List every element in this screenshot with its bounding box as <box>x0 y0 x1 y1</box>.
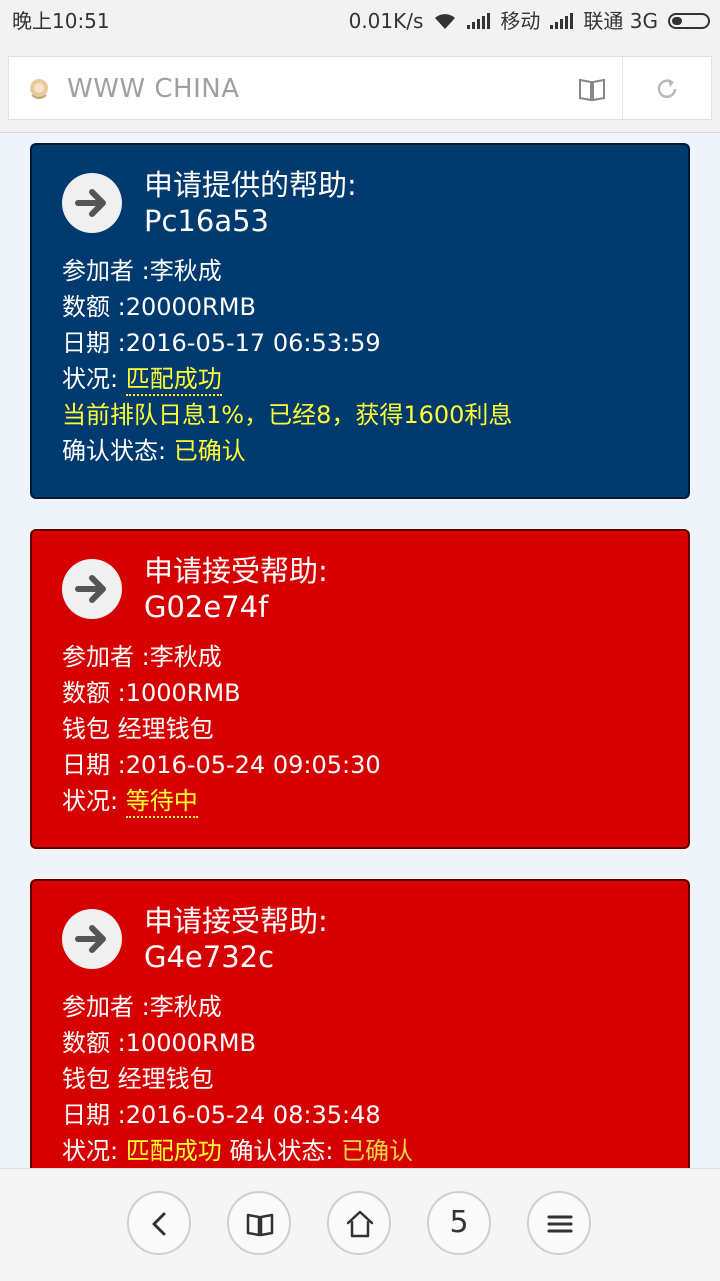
tab-count: 5 <box>449 1205 469 1240</box>
amount: 数额 :10000RMB <box>62 1029 256 1057</box>
content-list: 申请提供的帮助: Pc16a53 参加者 :李秋成 数额 :20000RMB 日… <box>0 133 720 1168</box>
card-title-text: 申请接受帮助: <box>144 904 328 938</box>
participant: 参加者 :李秋成 <box>62 643 222 671</box>
confirm-value: 已确认 <box>341 1137 414 1165</box>
card-code: G02e74f <box>144 590 269 624</box>
carrier-1: 移动 <box>500 9 541 33</box>
date: 日期 :2016-05-17 06:53:59 <box>62 329 381 357</box>
arrow-right-icon <box>62 909 122 969</box>
participant: 参加者 :李秋成 <box>62 993 222 1021</box>
url-text: WWW CHINA <box>67 74 240 104</box>
menu-button[interactable] <box>527 1191 591 1255</box>
status-row: 状况: 等待中 <box>62 783 381 819</box>
card-details: 参加者 :李秋成 数额 :10000RMB 钱包 经理钱包 日期 :2016-0… <box>62 989 413 1168</box>
status-value[interactable]: 匹配成功 <box>125 365 222 396</box>
home-icon <box>346 1210 374 1238</box>
arrow-right-icon <box>62 173 122 233</box>
shell-icon <box>30 79 48 99</box>
card-title-text: 申请接受帮助: <box>144 554 328 588</box>
status-time: 晚上10:51 <box>12 9 110 33</box>
status-value[interactable]: 匹配成功 <box>126 1137 222 1165</box>
status-row: 状况: 匹配成功 确认状态: 已确认 <box>62 1133 413 1168</box>
arrow-right-icon <box>62 559 122 619</box>
amount: 数额 :20000RMB <box>62 293 256 321</box>
wallet: 钱包 经理钱包 <box>62 1065 214 1093</box>
menu-icon <box>547 1215 573 1233</box>
card-title: 申请接受帮助: G4e732c <box>144 903 328 975</box>
help-card-provide[interactable]: 申请提供的帮助: Pc16a53 参加者 :李秋成 数额 :20000RMB 日… <box>30 143 690 499</box>
back-button[interactable] <box>127 1191 191 1255</box>
status-bar: 晚上10:51 0.01K/s 移动 联通 3G <box>0 0 720 42</box>
card-details: 参加者 :李秋成 数额 :1000RMB 钱包 经理钱包 日期 :2016-05… <box>62 639 381 819</box>
help-card-receive[interactable]: 申请接受帮助: G4e732c 参加者 :李秋成 数额 :10000RMB 钱包… <box>30 879 690 1168</box>
tabs-button[interactable]: 5 <box>427 1191 491 1255</box>
address-bar: WWW CHINA <box>0 42 720 133</box>
signal-icon <box>550 13 574 29</box>
amount: 数额 :1000RMB <box>62 679 241 707</box>
back-icon <box>152 1212 166 1236</box>
interest-note: 当前排队日息1%，已经8，获得1600利息 <box>62 401 513 429</box>
url-divider <box>622 57 623 119</box>
confirm-row: 确认状态: 已确认 <box>62 433 512 469</box>
confirm-value: 已确认 <box>173 437 246 465</box>
wallet: 钱包 经理钱包 <box>62 715 214 743</box>
bookmarks-button[interactable] <box>227 1191 291 1255</box>
card-details: 参加者 :李秋成 数额 :20000RMB 日期 :2016-05-17 06:… <box>62 253 512 469</box>
book-icon[interactable] <box>577 75 607 103</box>
network-speed: 0.01K/s <box>348 9 424 33</box>
battery-icon <box>668 13 710 29</box>
card-code: G4e732c <box>144 940 275 974</box>
status-label: 状况: <box>62 1137 126 1165</box>
confirm-label: 确认状态: <box>62 437 174 465</box>
carrier-2: 联通 3G <box>583 9 658 33</box>
status-value[interactable]: 等待中 <box>125 787 198 818</box>
status-indicators: 0.01K/s 移动 联通 3G <box>349 0 710 42</box>
date: 日期 :2016-05-24 09:05:30 <box>62 751 381 779</box>
card-title: 申请提供的帮助: Pc16a53 <box>144 167 357 239</box>
status-row: 状况: 匹配成功 <box>62 361 512 397</box>
card-code: Pc16a53 <box>144 204 270 238</box>
status-label: 状况: <box>62 787 126 815</box>
wifi-icon <box>435 14 456 29</box>
url-field[interactable]: WWW CHINA <box>8 56 712 120</box>
card-title: 申请接受帮助: G02e74f <box>144 553 328 625</box>
home-button[interactable] <box>327 1191 391 1255</box>
participant: 参加者 :李秋成 <box>62 257 222 285</box>
status-label: 状况: <box>62 365 126 393</box>
bottom-nav: 5 <box>0 1168 720 1281</box>
signal-icon <box>467 13 491 29</box>
book-icon <box>246 1213 274 1237</box>
card-title-text: 申请提供的帮助: <box>144 168 357 202</box>
refresh-icon[interactable] <box>653 75 681 103</box>
confirm-label: 确认状态: <box>221 1137 342 1165</box>
date: 日期 :2016-05-24 08:35:48 <box>62 1101 381 1129</box>
help-card-receive[interactable]: 申请接受帮助: G02e74f 参加者 :李秋成 数额 :1000RMB 钱包 … <box>30 529 690 849</box>
